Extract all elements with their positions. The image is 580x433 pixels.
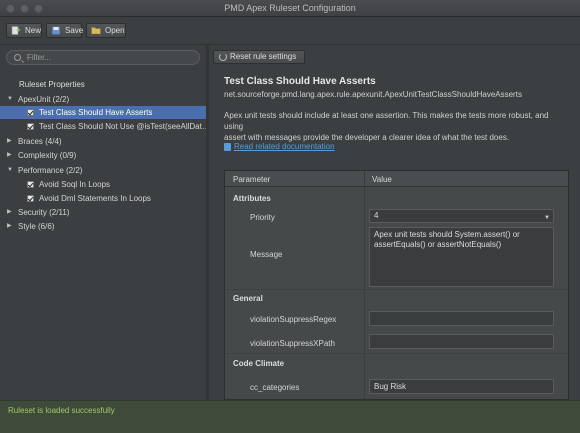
section-attributes: Attributes: [233, 194, 271, 203]
save-button[interactable]: Save: [46, 23, 84, 38]
title-bar: PMD Apex Ruleset Configuration: [0, 0, 580, 17]
message-line: assertEquals() or assertNotEquals(): [374, 240, 502, 249]
param-label-cc-categories: cc_categories: [250, 383, 300, 392]
documentation-link-label: Read related documentation: [234, 142, 335, 151]
tree-item-label: Security (2/11): [18, 208, 70, 217]
new-button-label: New: [25, 26, 42, 35]
status-bar: Ruleset is loaded successfully: [0, 400, 580, 433]
row-divider: [225, 353, 568, 354]
param-label-priority: Priority: [250, 213, 275, 222]
parameters-table: Parameter Value Attributes Priority 4 ▼ …: [224, 170, 569, 400]
document-icon: [224, 143, 231, 151]
tree-header: Ruleset Properties: [19, 80, 85, 89]
rule-checkbox[interactable]: [27, 109, 34, 116]
tree-item-label: Style (6/6): [18, 222, 55, 231]
tree-item-label: Test Class Should Not Use @isTest(seeAll…: [39, 122, 206, 131]
rule-description-line: Apex unit tests should include at least …: [224, 111, 549, 131]
folder-open-icon: [91, 27, 101, 35]
violation-suppress-xpath-field[interactable]: [369, 334, 554, 349]
save-icon: [51, 26, 61, 35]
section-code-climate: Code Climate: [233, 359, 285, 368]
chevron-down-icon[interactable]: ▼: [7, 164, 13, 177]
documentation-link[interactable]: Read related documentation: [224, 142, 335, 151]
cc-categories-field[interactable]: Bug Risk: [369, 379, 554, 394]
filter-field[interactable]: [6, 50, 200, 65]
ruleset-tree-panel: Ruleset Properties ▼ ApexUnit (2/2) Test…: [0, 45, 206, 400]
tree-category-braces[interactable]: ▶ Braces (4/4): [0, 135, 206, 148]
chevron-right-icon[interactable]: ▶: [7, 149, 12, 162]
toolbar: New Save Open: [0, 17, 580, 45]
rule-checkbox[interactable]: [27, 181, 34, 188]
open-button-label: Open: [105, 26, 125, 35]
param-label-message: Message: [250, 250, 283, 259]
chevron-down-icon[interactable]: ▼: [7, 93, 13, 106]
search-icon: [14, 54, 21, 61]
reset-button-label: Reset rule settings: [230, 52, 297, 61]
tree-category-performance[interactable]: ▼ Performance (2/2): [0, 164, 206, 177]
rule-checkbox[interactable]: [27, 195, 34, 202]
tree-item-label: Test Class Should Have Asserts: [39, 108, 153, 117]
param-label-violation-suppress-regex: violationSuppressRegex: [250, 315, 337, 324]
tree-item-label: Performance (2/2): [18, 166, 83, 175]
tree-category-complexity[interactable]: ▶ Complexity (0/9): [0, 149, 206, 162]
new-file-icon: [11, 26, 20, 35]
column-header-value[interactable]: Value: [372, 175, 392, 184]
chevron-down-icon[interactable]: ▼: [544, 212, 550, 224]
new-button[interactable]: New: [6, 23, 42, 38]
priority-combo[interactable]: 4 ▼: [369, 209, 554, 223]
rule-class-name: net.sourceforge.pmd.lang.apex.rule.apexu…: [224, 90, 522, 99]
reset-rule-settings-button[interactable]: Reset rule settings: [213, 50, 305, 64]
column-header-parameter[interactable]: Parameter: [233, 175, 270, 184]
message-line: Apex unit tests should System.assert() o…: [374, 230, 520, 239]
tree-rule-test-class-should-have-asserts[interactable]: Test Class Should Have Asserts: [0, 106, 206, 119]
priority-value: 4: [374, 211, 379, 220]
message-textarea[interactable]: Apex unit tests should System.assert() o…: [369, 227, 554, 287]
chevron-right-icon[interactable]: ▶: [7, 135, 12, 148]
rule-detail-panel: Reset rule settings Test Class Should Ha…: [209, 45, 580, 400]
column-divider[interactable]: [364, 171, 365, 187]
tree-item-label: ApexUnit (2/2): [18, 95, 70, 104]
column-divider: [364, 187, 365, 399]
tree-item-label: Complexity (0/9): [18, 151, 77, 160]
rule-checkbox[interactable]: [27, 123, 34, 130]
tree-item-label: Avoid Dml Statements In Loops: [39, 194, 151, 203]
rule-description: Apex unit tests should include at least …: [224, 110, 569, 143]
row-divider: [225, 289, 568, 290]
tree-rule-avoid-soql-in-loops[interactable]: Avoid Soql In Loops: [0, 178, 206, 191]
chevron-right-icon[interactable]: ▶: [7, 220, 12, 233]
reset-icon: [219, 53, 227, 61]
status-message: Ruleset is loaded successfully: [8, 406, 115, 415]
table-header: Parameter Value: [225, 171, 568, 187]
tree-category-apexunit[interactable]: ▼ ApexUnit (2/2): [0, 93, 206, 106]
tree-category-security[interactable]: ▶ Security (2/11): [0, 206, 206, 219]
tree-category-style[interactable]: ▶ Style (6/6): [0, 220, 206, 233]
chevron-right-icon[interactable]: ▶: [7, 206, 12, 219]
param-label-violation-suppress-xpath: violationSuppressXPath: [250, 339, 335, 348]
tree-rule-test-class-should-not-use-isTest[interactable]: Test Class Should Not Use @isTest(seeAll…: [0, 120, 206, 133]
filter-input[interactable]: [27, 52, 195, 63]
save-button-label: Save: [65, 26, 84, 35]
section-general: General: [233, 294, 263, 303]
tree-item-label: Avoid Soql In Loops: [39, 180, 111, 189]
open-button[interactable]: Open: [86, 23, 126, 38]
window-title: PMD Apex Ruleset Configuration: [224, 3, 356, 13]
tree-item-label: Braces (4/4): [18, 137, 62, 146]
violation-suppress-regex-field[interactable]: [369, 311, 554, 326]
rule-title: Test Class Should Have Asserts: [224, 76, 376, 87]
tree-rule-avoid-dml-statements-in-loops[interactable]: Avoid Dml Statements In Loops: [0, 192, 206, 205]
